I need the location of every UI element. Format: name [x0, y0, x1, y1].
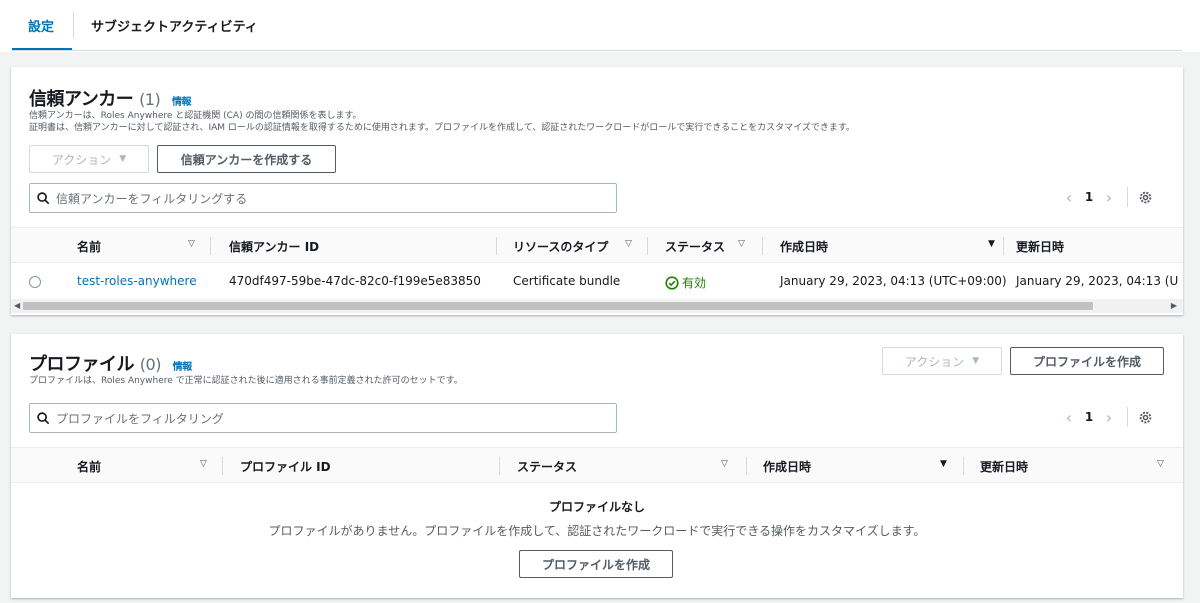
sort-active-icon[interactable]: ▼: [988, 239, 995, 249]
trust-anchors-description-1: 信頼アンカーは、Roles Anywhere と認証機関 (CA) の間の信頼関…: [29, 111, 362, 121]
column-divider: [647, 237, 648, 255]
actions-label: アクション: [904, 354, 965, 369]
trust-anchor-actions-dropdown[interactable]: アクション ▼: [29, 145, 149, 173]
pagination: ‹ 1 ›: [1057, 187, 1153, 207]
profile-search[interactable]: プロファイルをフィルタリング: [29, 403, 617, 433]
col-name[interactable]: 名前: [77, 458, 101, 475]
search-input[interactable]: 信頼アンカーをフィルタリングする: [56, 190, 247, 207]
trust-anchors-title: 信頼アンカー: [29, 89, 134, 110]
profile-table-header: 名前 ▽ プロファイル ID ステータス ▽ 作成日時 ▼ 更新日時 ▽: [11, 447, 1183, 483]
col-profile-id[interactable]: プロファイル ID: [240, 458, 331, 475]
status-badge: 有効: [665, 274, 706, 291]
scroll-left-icon[interactable]: ◀: [14, 301, 20, 310]
pagination-divider: [1127, 187, 1128, 207]
pagination-divider: [1127, 407, 1128, 427]
search-input[interactable]: プロファイルをフィルタリング: [56, 410, 224, 427]
sort-icon[interactable]: ▽: [738, 239, 745, 249]
trust-anchors-panel: 信頼アンカー (1) 情報 信頼アンカーは、Roles Anywhere と認証…: [11, 67, 1183, 315]
empty-state-description: プロファイルがありません。プロファイルを作成して、認証されたワークロードで実行で…: [268, 524, 926, 538]
tab-bar: 設定 サブジェクトアクティビティ: [0, 0, 1200, 52]
table-row[interactable]: test-roles-anywhere 470df497-59be-47dc-8…: [11, 263, 1183, 299]
column-divider: [963, 457, 964, 475]
col-resource-type[interactable]: リソースのタイプ: [513, 238, 608, 255]
horizontal-scrollbar[interactable]: ◀ ▶: [11, 299, 1183, 313]
trust-anchors-count: (1): [139, 90, 161, 109]
tab-settings[interactable]: 設定: [28, 16, 54, 35]
gear-icon[interactable]: [1138, 410, 1153, 425]
scroll-right-icon[interactable]: ▶: [1171, 301, 1177, 310]
trust-anchors-info-link[interactable]: 情報: [172, 97, 192, 108]
sort-icon[interactable]: ▽: [200, 459, 207, 469]
col-created[interactable]: 作成日時: [780, 238, 828, 255]
profiles-description: プロファイルは、Roles Anywhere で正常に認証された後に適用される事…: [29, 376, 463, 386]
sort-icon[interactable]: ▽: [1157, 459, 1164, 469]
profiles-panel: プロファイル (0) 情報 プロファイルは、Roles Anywhere で正常…: [11, 334, 1183, 598]
trust-anchors-heading: 信頼アンカー (1) 情報: [29, 85, 192, 111]
profiles-info-link[interactable]: 情報: [173, 362, 193, 373]
column-divider: [1003, 237, 1004, 255]
sort-icon[interactable]: ▽: [188, 239, 195, 249]
col-trust-anchor-id[interactable]: 信頼アンカー ID: [229, 238, 319, 255]
page-number[interactable]: 1: [1081, 410, 1097, 424]
column-divider: [210, 237, 211, 255]
create-trust-anchor-button[interactable]: 信頼アンカーを作成する: [157, 145, 336, 173]
caret-down-icon: ▼: [972, 356, 980, 366]
sort-icon[interactable]: ▽: [625, 239, 632, 249]
trust-anchor-table-header: 名前 ▽ 信頼アンカー ID リソースのタイプ ▽ ステータス ▽ 作成日時 ▼…: [11, 227, 1183, 263]
check-circle-icon: [665, 275, 679, 290]
profiles-count: (0): [139, 355, 162, 374]
resource-type: Certificate bundle: [513, 274, 621, 288]
column-divider: [746, 457, 747, 475]
gear-icon[interactable]: [1138, 190, 1153, 205]
search-icon: [30, 191, 56, 205]
column-divider: [222, 457, 223, 475]
col-created[interactable]: 作成日時: [763, 458, 811, 475]
sort-active-icon[interactable]: ▼: [940, 459, 947, 469]
col-status[interactable]: ステータス: [517, 458, 577, 475]
tab-divider: [73, 12, 74, 38]
column-divider: [499, 457, 500, 475]
next-page-icon[interactable]: ›: [1097, 188, 1121, 207]
column-divider: [496, 237, 497, 255]
sort-icon[interactable]: ▽: [721, 459, 728, 469]
created-at: January 29, 2023, 04:13 (UTC+09:00): [780, 274, 1007, 288]
row-select-radio[interactable]: [29, 276, 41, 288]
prev-page-icon[interactable]: ‹: [1057, 188, 1081, 207]
actions-label: アクション: [51, 152, 112, 167]
trust-anchor-name-link[interactable]: test-roles-anywhere: [77, 274, 197, 288]
updated-at: January 29, 2023, 04:13 (U: [1016, 274, 1179, 288]
profiles-heading: プロファイル (0) 情報: [29, 350, 192, 376]
trust-anchor-id: 470df497-59be-47dc-82c0-f199e5e83850: [229, 274, 481, 288]
col-updated[interactable]: 更新日時: [1016, 238, 1064, 255]
create-profile-button[interactable]: プロファイルを作成: [1010, 347, 1164, 375]
empty-create-profile-button[interactable]: プロファイルを作成: [519, 550, 673, 578]
trust-anchor-search[interactable]: 信頼アンカーをフィルタリングする: [29, 183, 617, 213]
col-status[interactable]: ステータス: [665, 238, 725, 255]
prev-page-icon[interactable]: ‹: [1057, 408, 1081, 427]
profile-actions-dropdown[interactable]: アクション ▼: [882, 347, 1002, 375]
col-updated[interactable]: 更新日時: [980, 458, 1028, 475]
empty-state-title: プロファイルなし: [548, 500, 645, 514]
tab-subject-activity[interactable]: サブジェクトアクティビティ: [91, 16, 258, 35]
status-text: 有効: [682, 276, 707, 290]
caret-down-icon: ▼: [119, 154, 127, 164]
search-icon: [30, 411, 56, 425]
tab-bar-divider: [12, 50, 1182, 51]
profiles-title: プロファイル: [29, 354, 135, 375]
column-divider: [762, 237, 763, 255]
col-name[interactable]: 名前: [77, 238, 101, 255]
next-page-icon[interactable]: ›: [1097, 408, 1121, 427]
pagination: ‹ 1 ›: [1057, 407, 1153, 427]
page-number[interactable]: 1: [1081, 190, 1097, 204]
trust-anchors-description-2: 証明書は、信頼アンカーに対して認証され、IAM ロールの認証情報を取得するために…: [29, 123, 855, 133]
scrollbar-thumb[interactable]: [23, 302, 1093, 310]
